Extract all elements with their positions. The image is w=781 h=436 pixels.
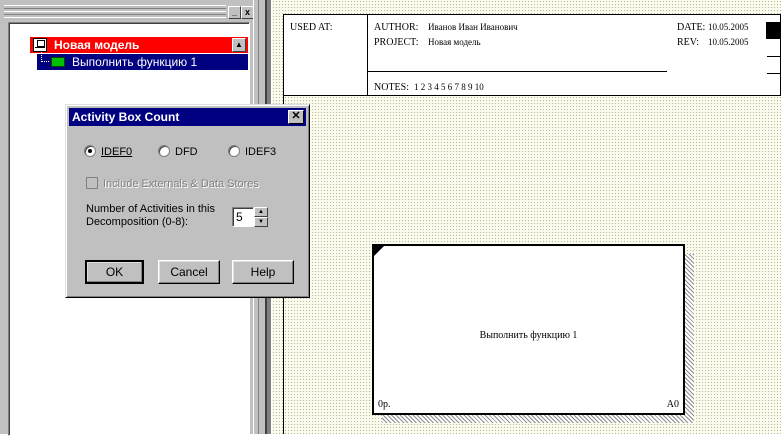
activities-count-label: Number of Activities in this Decompositi… xyxy=(86,203,215,228)
cancel-button[interactable]: Cancel xyxy=(158,260,220,284)
activity-number: A0 xyxy=(666,399,679,410)
help-button[interactable]: Help xyxy=(232,260,294,284)
radio-checked-icon xyxy=(84,145,96,157)
rev-label: REV: xyxy=(677,37,700,48)
activities-count-stepper: ▲ ▼ xyxy=(254,207,268,227)
activity-name: Выполнить функцию 1 xyxy=(479,330,578,341)
radio-unchecked-icon xyxy=(158,145,170,157)
dialog-titlebar[interactable]: Activity Box Count ✕ xyxy=(69,108,306,126)
activity-corner-marker xyxy=(374,246,384,256)
tree-connector-line xyxy=(41,52,49,62)
tree-item-activity[interactable]: Выполнить функцию 1 xyxy=(37,54,248,70)
rev-value: 10.05.2005 xyxy=(708,37,749,47)
spin-up-icon[interactable]: ▲ xyxy=(254,207,268,217)
radio-dfd[interactable]: DFD xyxy=(158,145,198,159)
date-label: DATE: xyxy=(677,22,706,33)
model-icon xyxy=(33,38,47,52)
scroll-up-icon[interactable]: ▲ xyxy=(232,38,246,52)
project-value: Новая модель xyxy=(428,37,481,47)
author-label: AUTHOR: xyxy=(374,22,419,33)
radio-unchecked-icon xyxy=(228,145,240,157)
activity-cost: 0р. xyxy=(378,399,391,410)
project-label: PROJECT: xyxy=(374,37,419,48)
radio-idef3[interactable]: IDEF3 xyxy=(228,145,276,159)
activity-box[interactable]: Выполнить функцию 1 0р. A0 xyxy=(372,244,685,415)
minimize-icon[interactable]: _ xyxy=(228,6,241,19)
radio-idef0[interactable]: IDEF0 xyxy=(84,145,132,159)
dialog-close-button[interactable]: ✕ xyxy=(288,110,304,124)
notes-label: NOTES: xyxy=(374,82,409,93)
activity-icon xyxy=(51,57,65,67)
dialog-title: Activity Box Count xyxy=(72,110,180,124)
panel-grip-handle[interactable] xyxy=(4,5,226,19)
ok-button[interactable]: OK xyxy=(85,260,144,284)
include-externals-checkbox[interactable]: Include Externals & Data Stores xyxy=(86,177,259,190)
author-value: Иванов Иван Иванович xyxy=(428,22,518,32)
tree-item-root-model[interactable]: Новая модель xyxy=(30,37,248,53)
activities-count-input[interactable]: 5 xyxy=(232,207,254,227)
date-value: 10.05.2005 xyxy=(708,22,749,32)
checkbox-icon xyxy=(86,177,98,189)
used-at-label: USED AT: xyxy=(290,22,333,33)
diagram-header-frame: USED AT: AUTHOR: Иванов Иван Иванович PR… xyxy=(283,14,781,96)
spin-down-icon[interactable]: ▼ xyxy=(254,217,268,227)
activity-box-count-dialog: Activity Box Count ✕ IDEF0 DFD IDEF3 Inc… xyxy=(65,104,310,298)
header-status-block xyxy=(766,22,781,39)
notes-numbers: 1 2 3 4 5 6 7 8 9 10 xyxy=(414,82,484,92)
